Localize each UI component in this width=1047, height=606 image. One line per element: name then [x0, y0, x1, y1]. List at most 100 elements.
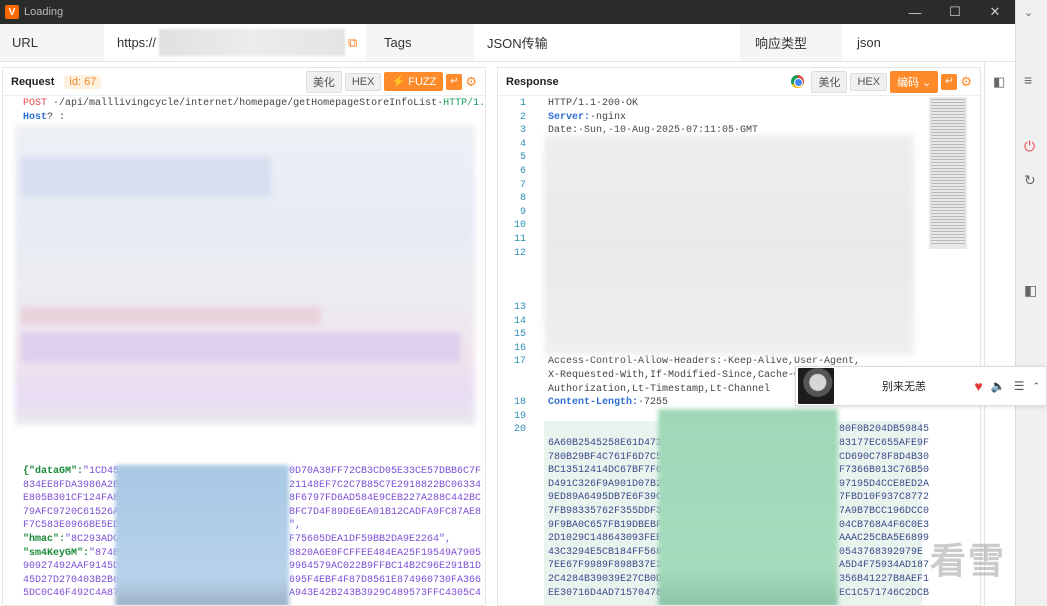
- redacted-value: [115, 465, 289, 605]
- gear-icon[interactable]: ⚙: [465, 74, 477, 90]
- hex-line: 9ED89A6495DB7E6F39C: [548, 492, 663, 504]
- hex-line-tail: 83177EC655AFE9F: [839, 438, 930, 449]
- line-number: 11: [513, 234, 526, 245]
- line-number: 1: [519, 98, 526, 109]
- hex-line-tail: CD690C78F8D4B30: [839, 451, 930, 463]
- sort-icon[interactable]: ≡: [1024, 72, 1032, 88]
- line-number: 13: [513, 302, 526, 313]
- line-number: 6: [519, 166, 526, 177]
- hex-line: 780B29BF4C761F6D7C5: [548, 451, 663, 463]
- line-number: 15: [513, 329, 526, 341]
- response-type-select[interactable]: json: [842, 24, 1015, 61]
- request-editor[interactable]: POST ·/api/malllivingcycle/internet/home…: [3, 97, 486, 605]
- line-number: 12: [513, 247, 526, 259]
- response-line: HTTP/1.1·200·OK: [548, 98, 639, 109]
- response-type-label: 响应类型: [755, 36, 808, 51]
- hex-line: 7EE67F9989F898B37E3: [548, 560, 663, 572]
- response-line: X-Requested-With,If-Modified-Since,Cache…: [548, 370, 813, 381]
- hex-line: EE30716D4AD71570478: [548, 587, 663, 599]
- line-number: 5: [519, 152, 526, 164]
- expand-icon[interactable]: ⌃: [1032, 381, 1040, 392]
- url-bar: URL https:// ⧉ Tags JSON传输 响应类型 json: [0, 24, 1015, 62]
- gear-icon[interactable]: ⚙: [960, 74, 972, 90]
- hex-line: 9F9BA0C657FB19DBEBF: [548, 519, 663, 531]
- hex-line-tail: AAAC25CBA5E6899: [839, 533, 930, 545]
- redacted-value: [658, 409, 838, 605]
- chevron-down-icon[interactable]: ⌄: [1024, 6, 1033, 19]
- hex-button[interactable]: HEX: [344, 72, 382, 91]
- json-line-tail: 9964579AC022B9FFBC14B2C96E291B1D: [289, 561, 482, 573]
- beautify-button[interactable]: 美化: [305, 70, 342, 93]
- music-player[interactable]: 别来无恙 ♥ 🔈 ☰ ⌃: [795, 366, 1047, 406]
- json-line: 834EE8FDA3986A2B: [23, 479, 120, 491]
- watermark: 看雪: [930, 540, 1007, 581]
- hex-line-tail: A5D4F75934AD187: [839, 560, 930, 572]
- wrap-icon[interactable]: ↵: [941, 73, 958, 90]
- minimap[interactable]: [929, 97, 967, 249]
- line-number: 18: [513, 397, 526, 409]
- json-line: E805B301CF124FA8: [23, 493, 120, 505]
- json-line-tail: 8820A6E0FCFFEE484EA25F19549A7905: [289, 547, 482, 559]
- json-line: "hmac":"8C293ADC: [23, 534, 120, 545]
- hex-line-tail: 7A9B7BCC196DCC0: [839, 506, 930, 517]
- json-line-tail: A943E42B243B3929C489573FFC4305C4: [289, 588, 482, 600]
- refresh-icon[interactable]: ↻: [1024, 172, 1036, 189]
- response-title: Response: [506, 75, 559, 88]
- hex-line: 2C4284B39039E27CB0D: [548, 574, 663, 585]
- response-panel: Response 美化 HEX 编码 ⌄ ↵ ⚙ 1 2 3 4 5 6 7 8 9 10 11 12…: [497, 67, 981, 606]
- copy-icon[interactable]: ⧉: [348, 35, 357, 51]
- line-number: 3: [519, 125, 526, 137]
- close-button[interactable]: ✕: [975, 0, 1015, 24]
- app-logo-icon: V: [5, 5, 19, 19]
- album-cover: [798, 368, 834, 404]
- hex-line: 43C3294E5CB184FF568: [548, 546, 663, 558]
- redacted-block: [21, 307, 321, 325]
- response-line: Content-Length:·7255: [548, 397, 669, 409]
- hex-line: D491C326F9A901D07B2: [548, 478, 663, 490]
- hex-line-tail: 0543768392979E: [839, 546, 924, 558]
- json-line-tail: 21148EF7C2C7B85C7E2918822BC06334: [289, 479, 482, 491]
- url-input[interactable]: https:// ⧉: [104, 24, 366, 61]
- panel-toggle-icon[interactable]: ◧: [993, 74, 1005, 90]
- hex-line-tail: F7366B013C76B50: [839, 465, 930, 477]
- side-toolbar: ◧: [984, 62, 1015, 606]
- chrome-icon[interactable]: [791, 75, 805, 88]
- hex-line-tail: 7FBD10F937C8772: [839, 492, 930, 504]
- panel-icon[interactable]: ◧: [1024, 282, 1037, 299]
- hex-line-tail: 04CB768A4F6C0E3: [839, 519, 930, 531]
- song-title: 别来无恙: [882, 381, 926, 393]
- heart-icon[interactable]: ♥: [974, 378, 982, 394]
- json-line: "sm4KeyGM":"874B: [23, 547, 120, 559]
- right-dock: ⌄ ≡ ⏻ ↻ ◧: [1015, 0, 1047, 606]
- minimize-button[interactable]: —: [895, 0, 935, 24]
- json-line-tail: ",: [289, 520, 302, 532]
- request-title: Request: [11, 75, 55, 88]
- response-line: Server:·nginx: [548, 111, 627, 123]
- request-panel: Request id: 67 美化 HEX ⚡ FUZZ ↵ ⚙ POST ·/…: [2, 67, 486, 606]
- wrap-icon[interactable]: ↵: [446, 73, 463, 90]
- power-icon[interactable]: ⏻: [1024, 138, 1035, 155]
- request-id-badge: id: 67: [64, 74, 102, 89]
- maximize-button[interactable]: ☐: [935, 0, 975, 24]
- encode-button[interactable]: 编码 ⌄: [890, 70, 939, 93]
- fuzz-button[interactable]: ⚡ FUZZ: [384, 72, 444, 91]
- json-line: 79AFC9720C61526A: [23, 506, 120, 518]
- response-editor[interactable]: 1 2 3 4 5 6 7 8 9 10 11 12 13 14 15 16 17 18 19 20 HTTP/1.1…: [498, 97, 980, 605]
- json-line-tail: 8F6797FD6AD584E9CEB227A288C442BC: [289, 493, 482, 505]
- line-number: 17: [513, 356, 526, 368]
- volume-icon[interactable]: 🔈: [991, 379, 1006, 393]
- hex-line-tail: 80F0B204DB59845: [839, 424, 930, 436]
- line-number: 10: [513, 220, 526, 232]
- request-line: POST ·/api/malllivingcycle/internet/home…: [23, 98, 486, 109]
- response-line: Authorization,Lt-Timestamp,Lt-Channel: [548, 383, 771, 395]
- json-line: 90927492AAF9145D: [23, 561, 120, 573]
- title-bar: V Loading — ☐ ✕: [0, 0, 1015, 24]
- hex-line-tail: 97195D4CCE8ED2A: [839, 478, 930, 490]
- redacted-block: [21, 157, 271, 197]
- playlist-icon[interactable]: ☰: [1014, 379, 1025, 393]
- hex-button[interactable]: HEX: [850, 72, 888, 91]
- beautify-button[interactable]: 美化: [811, 70, 848, 93]
- json-transfer-select[interactable]: JSON传输: [474, 24, 740, 61]
- json-line-tail: 695F4EBF4F87D8561E874960730FA366: [289, 574, 482, 586]
- line-number: 4: [519, 138, 526, 150]
